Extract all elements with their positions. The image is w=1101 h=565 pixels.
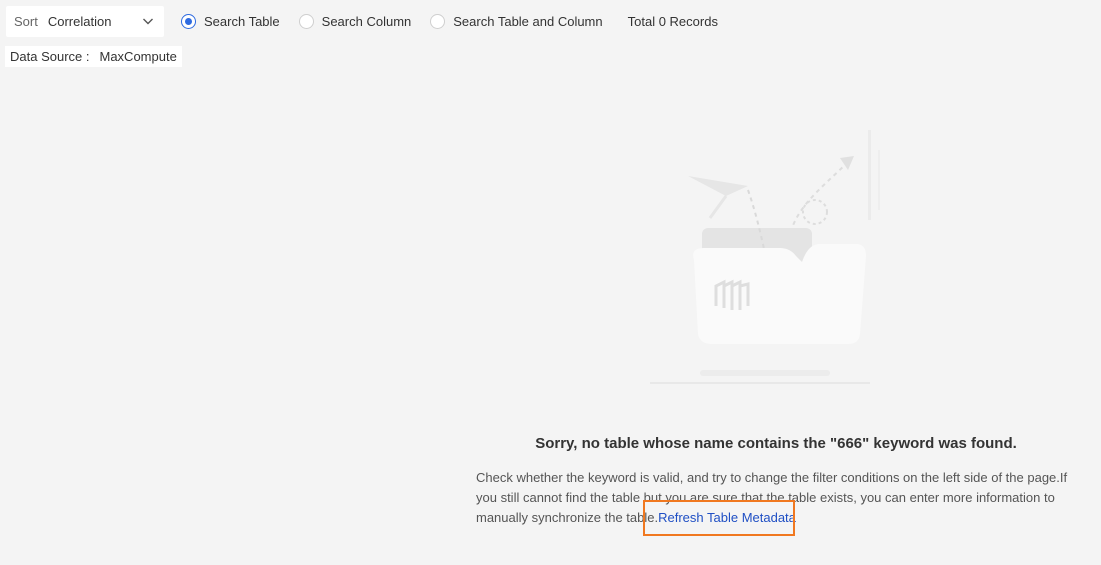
radio-search-table[interactable]: Search Table	[181, 14, 280, 29]
empty-state-description: Check whether the keyword is valid, and …	[476, 468, 1086, 528]
radio-search-column[interactable]: Search Column	[298, 14, 412, 29]
data-source-value: MaxCompute	[99, 49, 177, 64]
empty-state-title: Sorry, no table whose name contains the …	[535, 435, 1017, 452]
radio-circle[interactable]	[430, 14, 446, 29]
radio-label: Search Column	[321, 14, 412, 29]
radio-search-table-and-column[interactable]: Search Table and Column	[430, 14, 603, 29]
empty-folder-illustration	[650, 130, 880, 384]
sort-label: Sort	[14, 14, 38, 29]
radio-circle-checked[interactable]	[181, 14, 196, 29]
chevron-down-icon[interactable]	[142, 15, 154, 27]
refresh-table-metadata-link[interactable]: Refresh Table Metadata	[658, 510, 796, 525]
sort-dropdown[interactable]: Sort Correlation	[6, 6, 164, 37]
data-source-tag: Data Source : MaxCompute	[5, 46, 182, 67]
total-records: Total 0 Records	[627, 14, 718, 29]
data-source-label: Data Source :	[10, 49, 90, 64]
sort-value: Correlation	[47, 14, 112, 29]
radio-label: Search Table and Column	[453, 14, 603, 29]
search-mode-radio-group: Search Table Search Column Search Table …	[181, 14, 622, 29]
toolbar: Sort Correlation Search Table Search Col…	[6, 6, 718, 37]
radio-circle[interactable]	[298, 14, 314, 29]
radio-label: Search Table	[204, 14, 280, 29]
